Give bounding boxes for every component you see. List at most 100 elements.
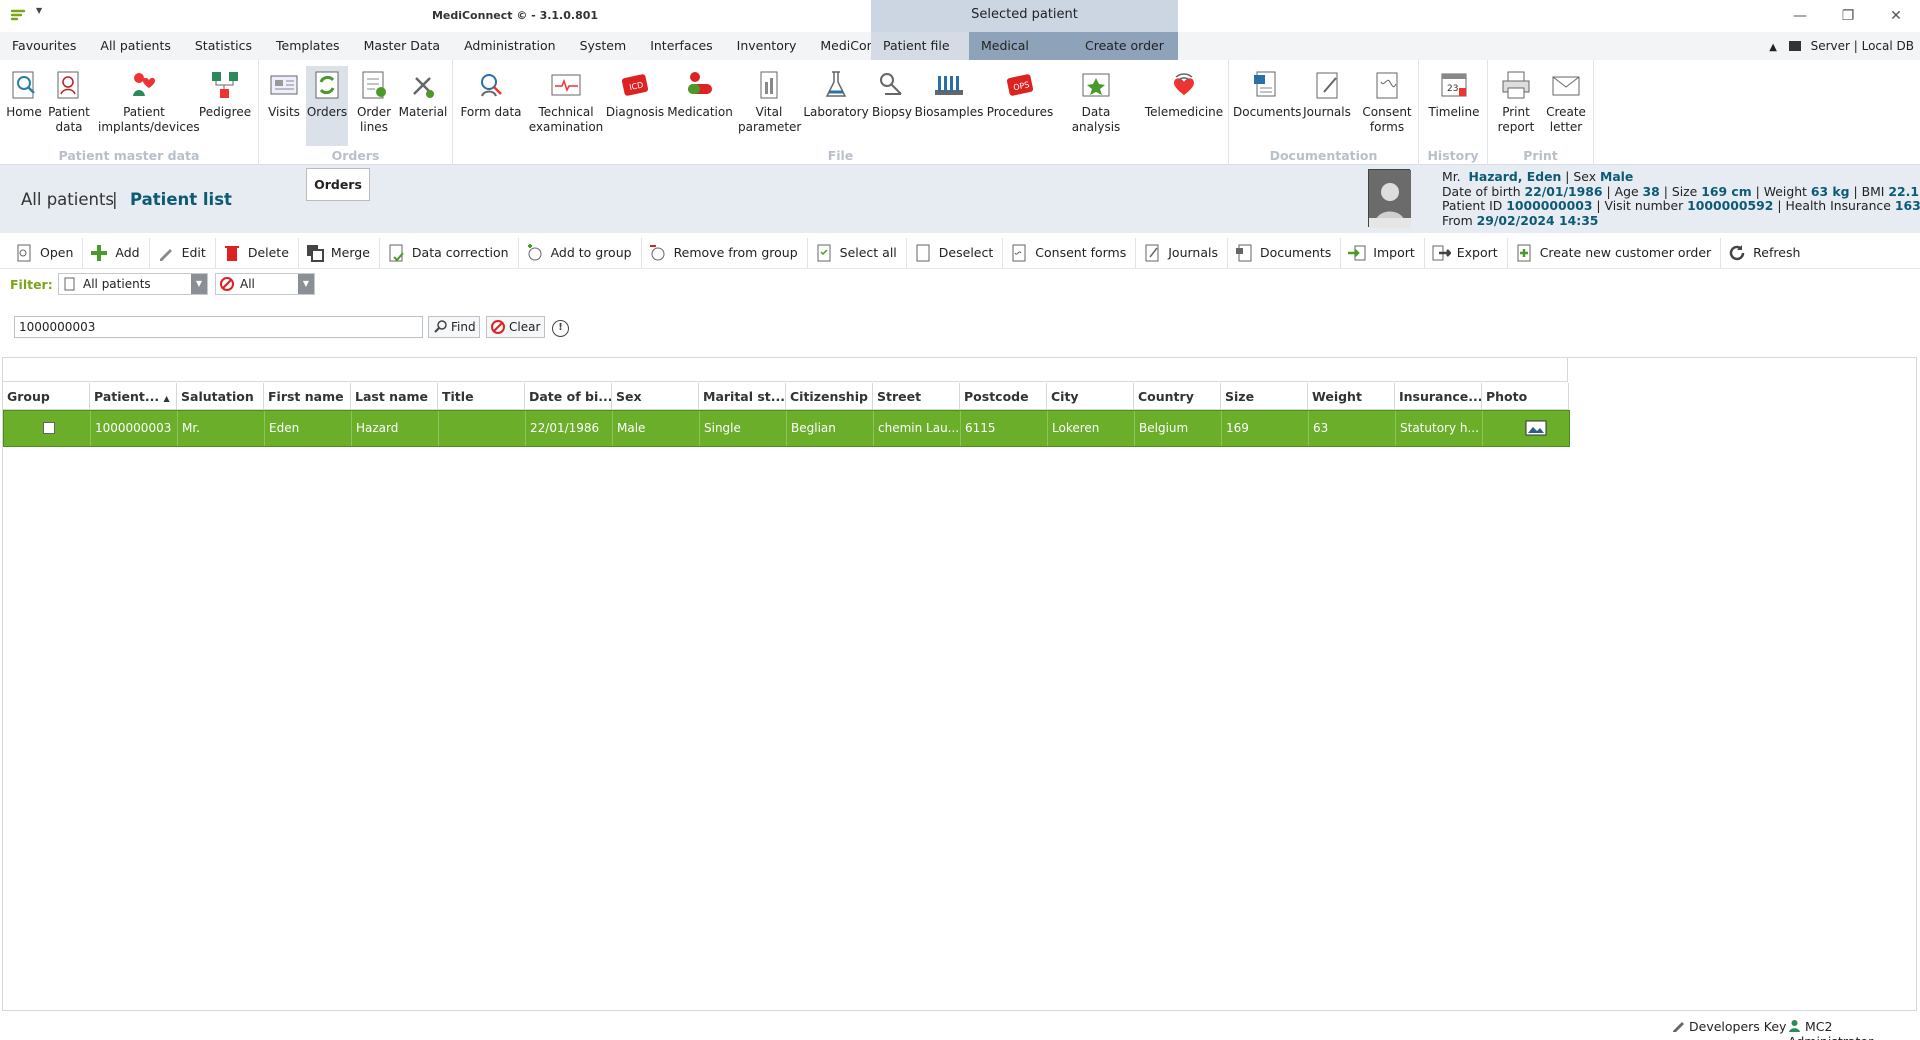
patient-dob: 22/01/1986	[1524, 183, 1603, 199]
ribbon-material-button[interactable]: Material	[397, 66, 449, 120]
cell-photo[interactable]	[1483, 411, 1569, 446]
create-new-customer-order-button[interactable]: Create new customer order	[1508, 237, 1722, 268]
column-header-postcode[interactable]: Postcode	[960, 383, 1047, 410]
column-header-salutation[interactable]: Salutation	[177, 383, 264, 410]
ribbon-label: Form data	[460, 105, 522, 119]
menu-templates[interactable]: Templates	[264, 32, 352, 60]
user-status: MC2 Administrator	[1788, 1019, 1920, 1040]
add-button[interactable]: Add	[83, 237, 150, 268]
find-button[interactable]: Find	[428, 316, 480, 338]
column-header-size[interactable]: Size	[1221, 383, 1308, 410]
tab-create-order[interactable]: Create order	[1073, 32, 1178, 60]
restore-icon[interactable]: ❐	[1836, 6, 1860, 26]
pid-label: Patient ID	[1442, 198, 1503, 214]
ribbon-consent-forms-button[interactable]: Consent forms	[1359, 66, 1415, 135]
menu-statistics[interactable]: Statistics	[183, 32, 264, 60]
select-all-button[interactable]: Select all	[808, 237, 907, 268]
clear-button[interactable]: Clear	[486, 316, 545, 338]
ribbon-vital-parameter-button[interactable]: Vital parameter	[738, 66, 801, 135]
from-label: From	[1442, 212, 1473, 228]
ribbon-print-report-button[interactable]: Print report	[1492, 66, 1540, 135]
add-to-group-button[interactable]: Add to group	[519, 237, 642, 268]
chevron-down-icon[interactable]: ▼	[191, 274, 207, 294]
breadcrumb-all-patients[interactable]: All patients	[21, 190, 114, 209]
ribbon-telemedicine-button[interactable]: Telemedicine	[1143, 66, 1225, 120]
column-header-street[interactable]: Street	[873, 383, 960, 410]
column-header-marital-status[interactable]: Marital st...	[699, 383, 786, 410]
delete-button[interactable]: Delete	[216, 237, 299, 268]
patient-size: 169 cm	[1701, 183, 1752, 199]
minimize-icon[interactable]: —	[1788, 6, 1812, 26]
ribbon-label: Patient implants/devices	[98, 105, 200, 134]
menu-interfaces[interactable]: Interfaces	[638, 32, 724, 60]
export-button[interactable]: Export	[1425, 237, 1508, 268]
ribbon-patient-implants-button[interactable]: Patient implants/devices	[98, 66, 200, 135]
edit-button[interactable]: Edit	[150, 237, 216, 268]
import-button[interactable]: Import	[1341, 237, 1425, 268]
column-header-group[interactable]: Group	[3, 383, 90, 410]
remove-from-group-button[interactable]: Remove from group	[642, 237, 808, 268]
consent-forms-button[interactable]: Consent forms	[1003, 237, 1137, 268]
documents-button[interactable]: Documents	[1228, 237, 1342, 268]
open-button[interactable]: Open	[8, 237, 84, 268]
column-header-patient-id[interactable]: Patient... ▲	[90, 383, 177, 410]
cell-group[interactable]	[4, 411, 91, 446]
deselect-button[interactable]: Deselect	[907, 237, 1004, 268]
merge-button[interactable]: Merge	[299, 237, 380, 268]
ribbon-documents-button[interactable]: Documents	[1233, 66, 1301, 120]
close-icon[interactable]: ✕	[1884, 6, 1908, 26]
server-label: Server | Local DB	[1810, 39, 1914, 53]
patients-filter-select[interactable]: All patients ▼	[58, 273, 208, 295]
column-header-citizenship[interactable]: Citizenship	[786, 383, 873, 410]
ribbon-diagnosis-button[interactable]: ICD Diagnosis	[603, 66, 667, 120]
refresh-button[interactable]: Refresh	[1721, 238, 1809, 268]
row-checkbox[interactable]	[43, 422, 55, 434]
tab-medical-software[interactable]: Medical software	[969, 32, 1073, 81]
ribbon-order-lines-button[interactable]: Order lines	[352, 66, 396, 135]
collapse-ribbon-icon[interactable]: ▲	[1769, 42, 1777, 53]
column-header-title[interactable]: Title	[438, 383, 525, 410]
menu-inventory[interactable]: Inventory	[725, 32, 809, 60]
ribbon-timeline-button[interactable]: 23 Timeline	[1423, 66, 1485, 120]
ribbon-journals-button[interactable]: Journals	[1299, 66, 1355, 120]
ribbon-medication-button[interactable]: Medication	[665, 66, 735, 120]
search-input[interactable]	[14, 316, 423, 338]
column-header-sex[interactable]: Sex	[612, 383, 699, 410]
journals-button[interactable]: Journals	[1136, 237, 1228, 268]
data-correction-icon	[389, 244, 404, 261]
tab-patient-file[interactable]: Patient file	[871, 32, 969, 60]
menu-all-patients[interactable]: All patients	[88, 32, 182, 60]
ribbon-create-letter-button[interactable]: Create letter	[1542, 66, 1590, 135]
column-header-insurance[interactable]: Insurance...	[1395, 383, 1482, 410]
ribbon-technical-examination-button[interactable]: Technical examination	[525, 66, 607, 135]
column-header-photo[interactable]: Photo	[1482, 383, 1569, 410]
menu-master-data[interactable]: Master Data	[352, 32, 453, 60]
menu-administration[interactable]: Administration	[452, 32, 567, 60]
ribbon-biosamples-button[interactable]: Biosamples	[914, 66, 984, 120]
ribbon-patient-data-button[interactable]: Patient data	[47, 66, 91, 135]
column-header-country[interactable]: Country	[1134, 383, 1221, 410]
add-to-group-icon	[527, 243, 542, 260]
menu-favourites[interactable]: Favourites	[0, 32, 88, 60]
data-correction-button[interactable]: Data correction	[380, 237, 519, 268]
context-tabs: Patient file Medical software Create ord…	[871, 32, 1178, 81]
column-header-city[interactable]: City	[1047, 383, 1134, 410]
column-header-first-name[interactable]: First name	[264, 383, 351, 410]
chevron-down-icon[interactable]: ▼	[298, 274, 314, 294]
ribbon-data-analysis-button[interactable]: Data analysis	[1057, 66, 1135, 135]
ribbon-laboratory-button[interactable]: Laboratory	[802, 66, 870, 120]
menu-system[interactable]: System	[568, 32, 639, 60]
column-header-last-name[interactable]: Last name	[351, 383, 438, 410]
status-filter-select[interactable]: All ▼	[215, 273, 315, 295]
column-header-weight[interactable]: Weight	[1308, 383, 1395, 410]
ribbon-procedures-button[interactable]: OPS Procedures	[985, 66, 1055, 120]
ribbon-pedigree-button[interactable]: Pedigree	[196, 66, 254, 120]
info-icon[interactable]: !	[552, 320, 569, 337]
ribbon-biopsy-button[interactable]: Biopsy	[871, 66, 913, 120]
ribbon-orders-button[interactable]: Orders	[306, 66, 348, 146]
ribbon-home-button[interactable]: Home	[4, 66, 44, 120]
table-row[interactable]: 1000000003 Mr. Eden Hazard 22/01/1986 Ma…	[3, 410, 1570, 447]
ribbon-form-data-button[interactable]: Form data	[459, 66, 523, 120]
ribbon-visits-button[interactable]: Visits	[263, 66, 305, 120]
column-header-date-of-birth[interactable]: Date of bi...	[525, 383, 612, 410]
